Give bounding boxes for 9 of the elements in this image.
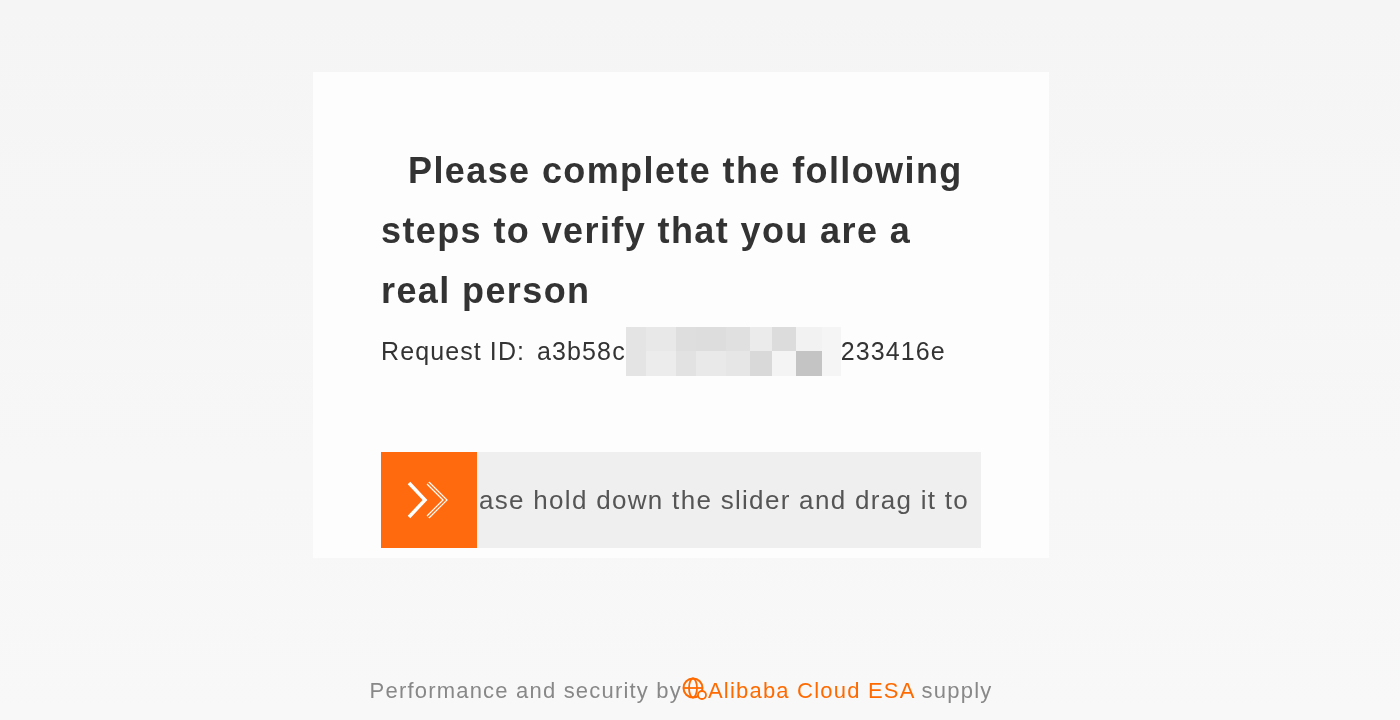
footer-text: Performance and security by Alibaba Cloud ESA supply xyxy=(369,677,993,703)
slider-handle[interactable] xyxy=(381,452,477,548)
request-id-start: a3b58c xyxy=(537,336,626,366)
verification-title: Please complete the following steps to verify that you are a real person xyxy=(381,149,964,313)
request-id-label: Request ID: xyxy=(381,336,526,366)
provider-link[interactable]: Alibaba Cloud ESA xyxy=(682,678,915,703)
globe-icon xyxy=(682,677,708,701)
slider-hint: ase hold down the slider and drag it to xyxy=(479,484,970,516)
request-id-end: 233416e xyxy=(840,336,946,366)
